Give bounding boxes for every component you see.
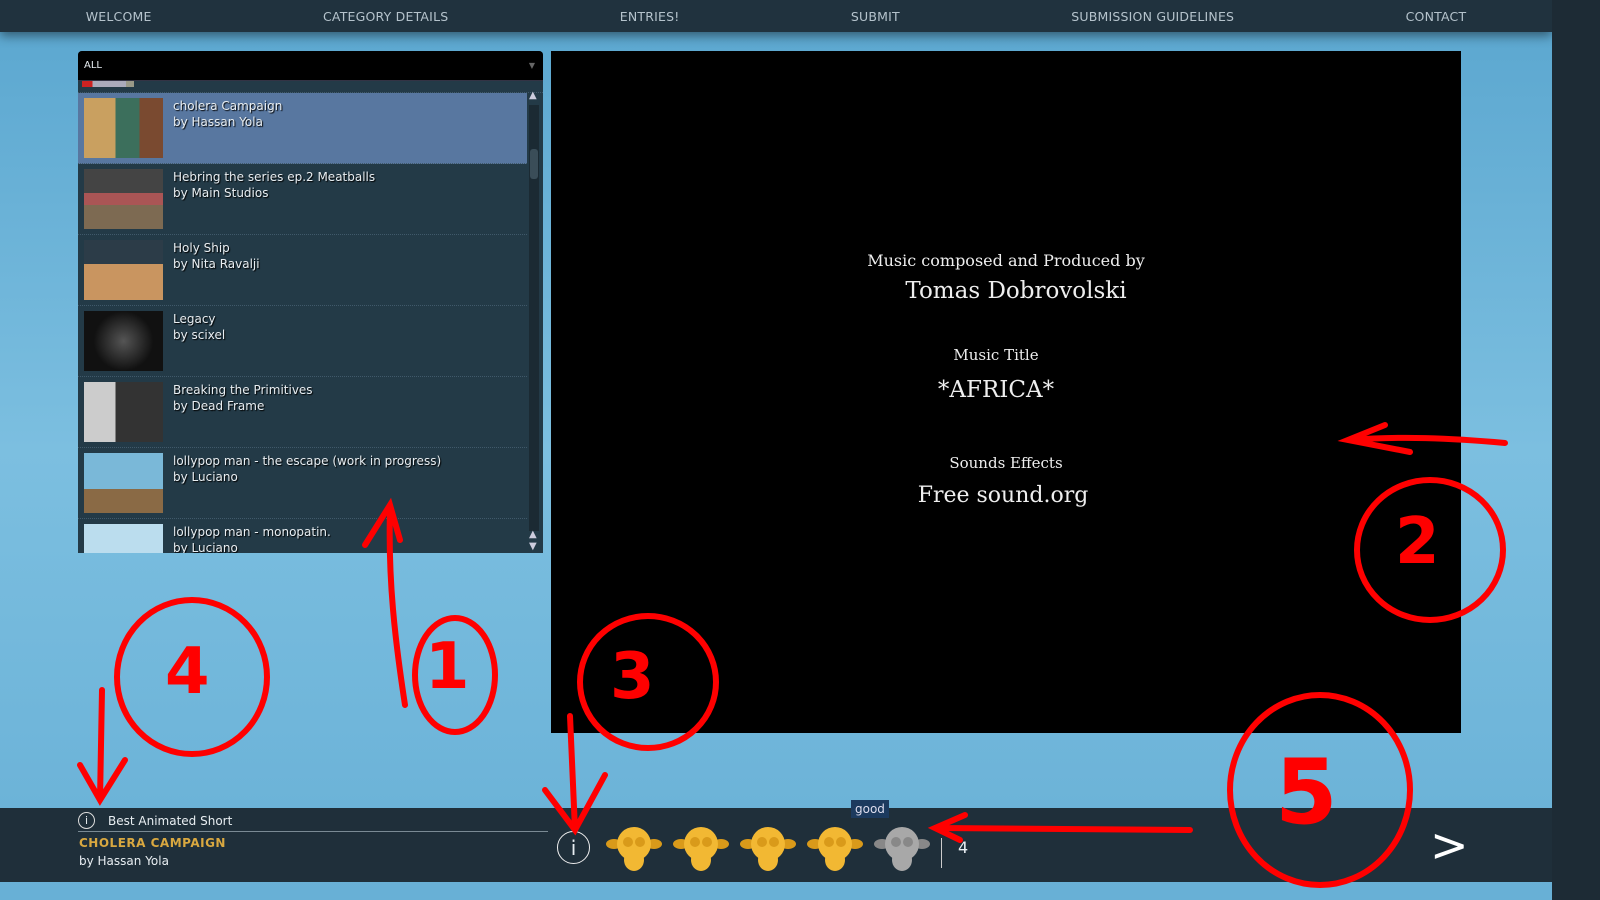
entry-author: by Main Studios <box>173 186 269 200</box>
filter-value: ALL <box>84 60 102 71</box>
rating-monkey-filled-icon[interactable] <box>740 824 796 872</box>
nav-submit[interactable]: SUBMIT <box>851 9 900 24</box>
rating-tooltip: good <box>851 800 889 818</box>
entry-info-button[interactable]: i <box>557 831 590 864</box>
rating-count: 4 <box>941 838 968 868</box>
entry-title: cholera Campaign <box>173 99 283 113</box>
rating-monkey-filled-icon[interactable] <box>606 824 662 872</box>
list-item[interactable]: lollypop man - the escape (work in progr… <box>78 448 527 519</box>
partial-list-item <box>78 81 543 93</box>
entry-thumbnail <box>84 169 163 229</box>
entry-author: by Luciano <box>173 541 238 553</box>
video-player[interactable]: Music composed and Produced by Tomas Dob… <box>551 51 1461 733</box>
annotation-2: 2 <box>1395 505 1440 579</box>
rating-monkey-empty-icon[interactable] <box>874 824 930 872</box>
entry-title: Breaking the Primitives <box>173 383 313 397</box>
list-item[interactable]: Breaking the Primitives by Dead Frame <box>78 377 527 448</box>
next-button[interactable]: > <box>1430 818 1469 872</box>
list-item[interactable]: Legacy by scixel <box>78 306 527 377</box>
entry-thumbnail <box>84 311 163 371</box>
entry-title: Holy Ship <box>173 241 230 255</box>
nav-welcome[interactable]: WELCOME <box>86 9 152 24</box>
category-label: Best Animated Short <box>108 813 233 828</box>
credit-text: Music composed and Produced by <box>867 251 1145 270</box>
list-item[interactable]: lollypop man - monopatin. by Luciano <box>78 519 527 553</box>
entry-author: by Dead Frame <box>173 399 265 413</box>
entry-author: by Hassan Yola <box>79 854 169 868</box>
entry-thumbnail <box>84 98 163 158</box>
page-scrollbar[interactable] <box>1552 0 1600 900</box>
entry-title: Hebring the series ep.2 Meatballs <box>173 170 376 184</box>
rating-monkey-filled-icon[interactable] <box>807 824 863 872</box>
credit-text: Free sound.org <box>917 483 1089 508</box>
scroll-up-icon[interactable]: ▲ <box>529 529 537 540</box>
entry-author: by Hassan Yola <box>173 115 263 129</box>
entry-title: lollypop man - monopatin. <box>173 525 331 539</box>
entry-thumbnail <box>84 240 163 300</box>
annotation-1: 1 <box>425 630 470 704</box>
annotation-3: 3 <box>610 640 655 714</box>
info-icon[interactable]: i <box>78 812 95 829</box>
scroll-thumb[interactable] <box>530 149 538 179</box>
entry-author: by Nita Ravalji <box>173 257 260 271</box>
entry-thumbnail <box>84 453 163 513</box>
entry-author: by Luciano <box>173 470 238 484</box>
entry-author: by scixel <box>173 328 226 342</box>
list-scrollbar[interactable]: ▲ ▲ ▼ <box>529 90 539 552</box>
nav-contact[interactable]: CONTACT <box>1406 9 1467 24</box>
filter-dropdown[interactable]: ALL ▼ <box>78 51 543 81</box>
scroll-down-icon[interactable]: ▼ <box>529 541 537 552</box>
nav-category-details[interactable]: CATEGORY DETAILS <box>323 9 448 24</box>
scroll-up-icon[interactable]: ▲ <box>529 90 537 101</box>
annotation-5: 5 <box>1275 740 1338 845</box>
category-row: i Best Animated Short <box>78 812 548 832</box>
entry-thumbnail <box>84 382 163 442</box>
list-item[interactable]: cholera Campaign by Hassan Yola <box>78 93 527 164</box>
credit-text: Sounds Effects <box>949 454 1063 472</box>
credit-text: Tomas Dobrovolski <box>905 278 1127 304</box>
credit-text: Music Title <box>953 346 1039 364</box>
list-item[interactable]: Holy Ship by Nita Ravalji <box>78 235 527 306</box>
chevron-down-icon: ▼ <box>528 61 535 70</box>
rating-monkey-filled-icon[interactable] <box>673 824 729 872</box>
nav-submission-guidelines[interactable]: SUBMISSION GUIDELINES <box>1071 9 1234 24</box>
credit-text: *AFRICA* <box>937 377 1055 403</box>
entry-title: lollypop man - the escape (work in progr… <box>173 454 442 468</box>
annotation-4: 4 <box>165 635 210 709</box>
entry-title: CHOLERA CAMPAIGN <box>79 836 226 850</box>
entry-title: Legacy <box>173 312 216 326</box>
nav-entries[interactable]: ENTRIES! <box>620 9 680 24</box>
entries-list-panel: ALL ▼ cholera Campaign by Hassan Yola Hebri… <box>78 51 543 553</box>
top-nav: WELCOME CATEGORY DETAILS ENTRIES! SUBMIT… <box>0 0 1552 32</box>
list-item[interactable]: Hebring the series ep.2 Meatballs by Main… <box>78 164 527 235</box>
entry-thumbnail <box>84 524 163 553</box>
